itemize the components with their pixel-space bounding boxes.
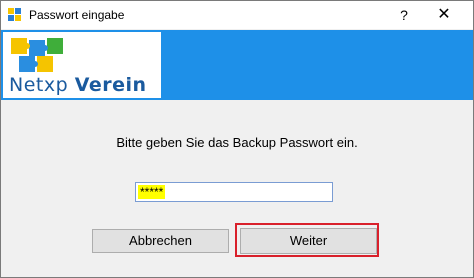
next-button[interactable]: Weiter xyxy=(240,228,377,254)
title-bar[interactable]: Passwort eingabe ? ✕ xyxy=(1,1,473,29)
password-value: ***** xyxy=(138,185,166,199)
app-logo: Netxp Verein xyxy=(3,32,161,98)
puzzle-icon xyxy=(11,38,63,72)
window-title: Passwort eingabe xyxy=(29,8,125,22)
logo-text-prefix: Netxp xyxy=(9,74,75,96)
password-prompt: Bitte geben Sie das Backup Passwort ein. xyxy=(116,135,358,150)
password-field[interactable]: ***** xyxy=(135,182,333,202)
app-icon xyxy=(7,7,23,23)
cancel-button[interactable]: Abbrechen xyxy=(92,229,229,253)
close-button[interactable]: ✕ xyxy=(427,3,461,27)
password-dialog: Passwort eingabe ? ✕ Netxp Verein Bitte … xyxy=(0,0,474,278)
logo-text-bold: Verein xyxy=(74,74,147,96)
logo-text: Netxp Verein xyxy=(9,74,147,96)
header-banner: Netxp Verein xyxy=(1,30,473,100)
help-button[interactable]: ? xyxy=(389,3,419,27)
